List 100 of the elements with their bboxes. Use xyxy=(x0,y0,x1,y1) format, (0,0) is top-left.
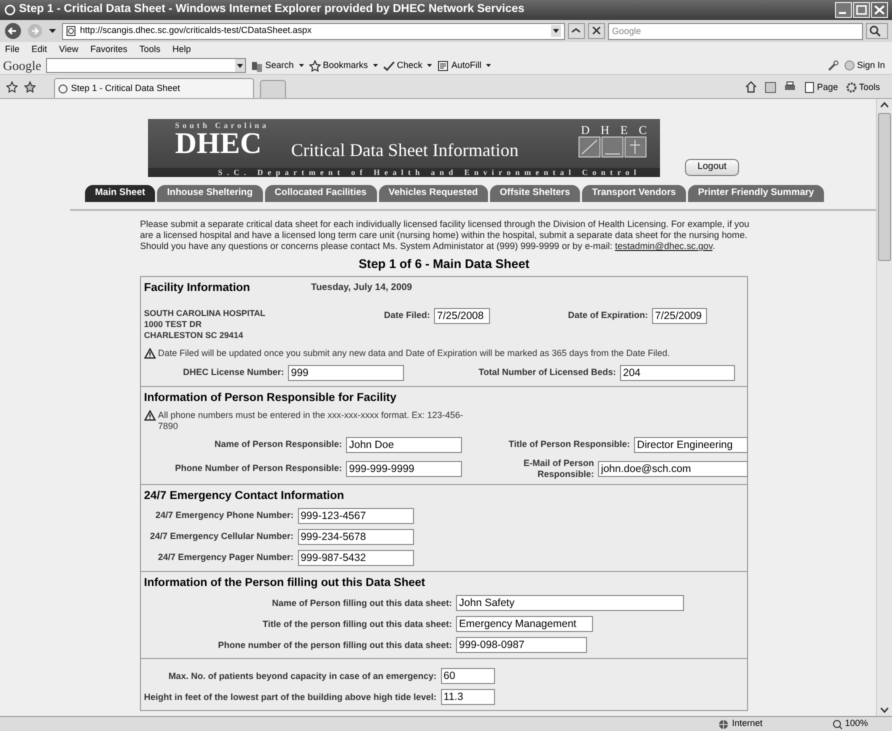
menu-item[interactable]: Favorites xyxy=(90,42,128,56)
nav-tab[interactable]: Collocated Facilities xyxy=(264,185,377,202)
dropdown-icon xyxy=(235,59,246,72)
zone-text: Internet xyxy=(732,717,764,730)
field-label: Title of the person filling out this data sheet: xyxy=(262,618,452,631)
field-label: 24/7 Emergency Cellular Number: xyxy=(150,530,294,544)
stop-icon xyxy=(588,23,605,39)
intro-paragraph: Please submit a separate critical data sheet for each individually licensed facility licensed through the Division of Health Licensing. For example, if you are a licensed hospital and have a licensed long term care unit (nursing home) within the hospital, submit a separate data sheet for the nursing home. Should you have any questions or concerns please contact Ms. System Administator at (999) 999-9999 or by e-mail: testadmin@dhec.sc.gov. xyxy=(140,219,750,252)
field-label: Date Filed: xyxy=(384,309,430,322)
caret-icon xyxy=(372,64,378,68)
menu-item[interactable]: Tools xyxy=(139,42,160,56)
zoom-icon xyxy=(832,718,843,730)
address-line: 1000 TEST DR xyxy=(144,319,203,330)
google-logo: Google xyxy=(3,56,42,75)
input-field[interactable]: 999-234-5678 xyxy=(298,529,414,545)
field-label: Total Number of Licensed Beds: xyxy=(478,366,616,379)
input-field[interactable]: John Safety xyxy=(456,595,684,612)
globe-icon xyxy=(718,718,729,730)
field-label: DHEC License Number: xyxy=(182,366,284,379)
field-label: Max. No. of patients beyond capacity in case of an emergency: xyxy=(167,670,437,683)
toolbar-search-field[interactable] xyxy=(46,58,246,73)
sign-in-button[interactable]: Sign In xyxy=(844,58,885,72)
dhec-logo: D H E C xyxy=(578,124,648,158)
nav-tab[interactable]: Printer Friendly Summary xyxy=(688,185,824,202)
command-button[interactable]: Page xyxy=(804,80,838,94)
circle-icon xyxy=(844,60,855,71)
nav-tab[interactable]: Offsite Shelters xyxy=(490,185,580,202)
input-field[interactable]: 204 xyxy=(620,364,735,380)
input-field[interactable]: John Doe xyxy=(346,436,462,453)
toolbar-button[interactable]: Check xyxy=(382,58,422,72)
address-line: SOUTH CAROLINA HOSPITAL xyxy=(144,308,266,319)
address-field[interactable]: http://scangis.dhec.sc.gov/criticalds-test/CDataSheet.aspx xyxy=(62,22,565,40)
banner-title: Critical Data Sheet Information xyxy=(291,139,520,162)
maximize-icon[interactable] xyxy=(853,2,870,18)
zoom-level[interactable]: 100% xyxy=(844,717,868,731)
logout-button[interactable]: Logout xyxy=(685,159,739,176)
input-field[interactable]: Director Engineering xyxy=(634,436,748,453)
input-field[interactable]: 999-098-0987 xyxy=(456,637,588,654)
form-icon xyxy=(437,60,450,72)
caret-icon xyxy=(427,64,432,68)
state-name: South Carolina xyxy=(175,122,270,130)
star-icon xyxy=(308,60,321,72)
nav-tab[interactable]: Inhouse Sheltering xyxy=(157,185,263,202)
input-field[interactable]: 7/25/2008 xyxy=(434,308,490,324)
field-label: 24/7 Emergency Pager Number: xyxy=(157,551,294,564)
current-date: Tuesday, July 14, 2009 xyxy=(311,281,412,296)
search-field[interactable]: Google xyxy=(608,22,863,40)
toolbar-button[interactable]: AutoFill xyxy=(437,58,482,72)
menu-item[interactable]: View xyxy=(59,42,78,56)
field-label: Name of Person filling out this data sheet: xyxy=(270,596,452,610)
input-field[interactable]: Emergency Management xyxy=(456,616,594,632)
toolbar-button[interactable]: Search xyxy=(251,58,294,72)
scrollbar[interactable] xyxy=(876,99,892,716)
nav-tab[interactable]: Transport Vendors xyxy=(582,185,686,202)
field-label: Height in feet of the lowest part of the building above high tide level: xyxy=(144,690,437,704)
note-text: All phone numbers must be entered in the xxx-xxx-xxxx format. Ex: 123-456-7890 xyxy=(158,410,464,432)
menu-item[interactable]: Edit xyxy=(32,42,48,56)
caret-icon xyxy=(298,64,304,68)
nav-tab[interactable]: Vehicles Requested xyxy=(378,185,488,202)
section-heading: Information of Person Responsible for Facility xyxy=(144,390,398,406)
step-heading: Step 1 of 6 - Main Data Sheet xyxy=(358,256,530,273)
wrench-icon xyxy=(826,60,839,72)
toolbar-button[interactable]: Bookmarks xyxy=(308,58,368,72)
menu-item[interactable]: Help xyxy=(172,42,191,56)
section-heading: 24/7 Emergency Contact Information xyxy=(144,488,346,504)
input-field[interactable]: 7/25/2009 xyxy=(652,308,708,324)
gear-icon xyxy=(846,82,857,93)
star-icon xyxy=(6,81,18,93)
command-button[interactable]: Tools xyxy=(846,80,880,94)
field-label: Phone Number of Person Responsible: xyxy=(174,462,342,475)
input-field[interactable]: 11.3 xyxy=(440,689,495,706)
menu-item[interactable]: File xyxy=(5,42,20,56)
warning-icon xyxy=(144,348,156,360)
email-link[interactable]: testadmin@dhec.sc.gov xyxy=(614,241,712,251)
scrollbar-thumb[interactable] xyxy=(878,113,891,261)
field-label: 24/7 Emergency Phone Number: xyxy=(154,509,294,522)
add-favorites-icon xyxy=(24,81,38,93)
input-field[interactable]: 999-987-5432 xyxy=(298,550,414,566)
input-field[interactable]: 999-123-4567 xyxy=(298,508,414,524)
nav-tab[interactable]: Main Sheet xyxy=(85,185,156,202)
dropdown-icon xyxy=(551,25,561,37)
window-title: Step 1 - Critical Data Sheet - Windows Internet Explorer provided by DHEC Network Services xyxy=(19,2,526,18)
field-label: Date of Expiration: xyxy=(568,309,648,322)
department-name: S.C. Department of Health and Environmental Control xyxy=(148,168,660,177)
caret-icon xyxy=(486,64,492,68)
note-text: Date Filed will be updated once you submit any new data and Date of Expiration will be marked as 365 days from the Date Filed. xyxy=(158,347,670,360)
input-field[interactable]: john.doe@sch.com xyxy=(598,460,748,477)
home-icon xyxy=(744,81,757,94)
browser-tab[interactable]: Step 1 - Critical Data Sheet xyxy=(54,78,254,98)
browser-logo-icon xyxy=(4,4,16,16)
section-heading: Information of the Person filling out this Data Sheet xyxy=(144,576,426,591)
input-field[interactable]: 999 xyxy=(288,364,404,380)
minimize-icon[interactable] xyxy=(835,2,852,18)
agency-name: DHEC xyxy=(175,130,262,158)
field-label: Phone number of the person filling out this data sheet: xyxy=(218,638,452,652)
input-field[interactable]: 999-999-9999 xyxy=(346,460,462,477)
input-field[interactable]: 60 xyxy=(440,668,495,684)
back-icon[interactable] xyxy=(4,22,24,40)
warning-icon xyxy=(144,410,156,421)
close-icon[interactable] xyxy=(871,2,888,18)
